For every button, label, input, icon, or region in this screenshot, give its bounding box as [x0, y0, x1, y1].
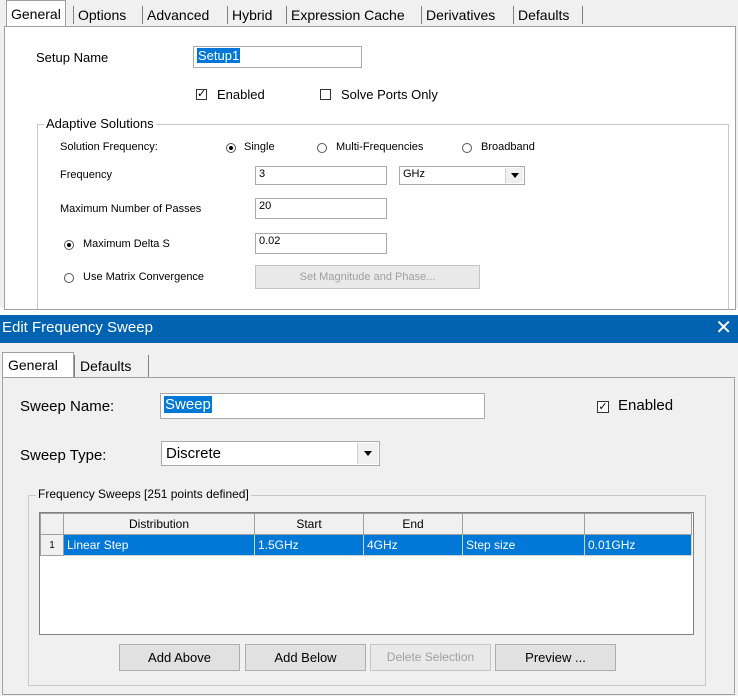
frequency-input[interactable]: 3	[255, 166, 387, 185]
max-delta-s-input[interactable]: 0.02	[255, 233, 387, 254]
close-icon[interactable]: ✕	[715, 316, 732, 340]
single-radio-label: Single	[244, 141, 275, 153]
sweep-dialog-body: General Defaults Sweep Name: Sweep ✓ Ena…	[0, 343, 738, 696]
max-delta-s-label: Maximum Delta S	[83, 238, 170, 250]
column-header-index[interactable]	[40, 513, 64, 535]
delete-selection-button[interactable]: Delete Selection	[370, 644, 491, 671]
frequency-unit-select[interactable]: GHz	[399, 166, 525, 185]
step-label-cell[interactable]: Step size	[462, 534, 585, 556]
enabled-checkbox[interactable]: ✓	[196, 89, 207, 100]
dialog-title: Edit Frequency Sweep	[2, 319, 153, 336]
use-matrix-convergence-label: Use Matrix Convergence	[83, 271, 205, 283]
frequency-sweeps-title: Frequency Sweeps [251 points defined]	[36, 487, 251, 501]
setup-tabstrip: General Options Advanced Hybrid Expressi…	[0, 0, 738, 28]
max-passes-input[interactable]: 20	[255, 198, 387, 219]
use-matrix-convergence-radio[interactable]	[64, 273, 74, 283]
chevron-down-icon	[357, 443, 378, 464]
set-magnitude-phase-button[interactable]: Set Magnitude and Phase...	[255, 265, 480, 289]
distribution-cell[interactable]: Linear Step	[63, 534, 255, 556]
sweep-enabled-label: Enabled	[618, 397, 674, 414]
tab-separator	[73, 6, 74, 24]
adaptive-solutions-title: Adaptive Solutions	[44, 116, 156, 131]
tab-separator	[286, 6, 287, 24]
end-cell[interactable]: 4GHz	[363, 534, 463, 556]
solve-ports-only-label: Solve Ports Only	[341, 87, 438, 102]
column-header-step-value[interactable]	[584, 513, 692, 535]
sweep-name-label: Sweep Name:	[20, 398, 115, 415]
sweep-name-value: Sweep	[164, 396, 212, 413]
column-header-step-label[interactable]	[462, 513, 585, 535]
tab-defaults[interactable]: Defaults	[74, 355, 149, 378]
setup-name-value: Setup1	[197, 48, 241, 63]
single-radio[interactable]	[226, 143, 236, 153]
setup-name-input[interactable]: Setup1	[193, 46, 362, 68]
step-value-cell[interactable]: 0.01GHz	[584, 534, 692, 556]
tab-advanced[interactable]: Advanced	[145, 4, 211, 26]
tab-separator	[142, 6, 143, 24]
tab-separator	[421, 6, 422, 24]
enabled-label: Enabled	[217, 87, 265, 102]
start-cell[interactable]: 1.5GHz	[254, 534, 364, 556]
frequency-unit-value: GHz	[403, 168, 425, 180]
frequency-label: Frequency	[60, 169, 112, 181]
tab-defaults-label: Defaults	[80, 358, 132, 374]
broadband-label: Broadband	[481, 141, 535, 153]
preview-button[interactable]: Preview ...	[495, 644, 616, 671]
column-header-start[interactable]: Start	[254, 513, 364, 535]
sweep-type-select[interactable]: Discrete	[161, 441, 380, 466]
multi-frequencies-label: Multi-Frequencies	[336, 141, 424, 153]
max-delta-s-radio[interactable]	[64, 240, 74, 250]
sweep-type-label: Sweep Type:	[20, 447, 107, 464]
tab-general-label: General	[8, 357, 58, 373]
sweep-type-value: Discrete	[166, 445, 222, 462]
column-header-distribution[interactable]: Distribution	[63, 513, 255, 535]
tab-options[interactable]: Options	[76, 4, 128, 26]
solve-ports-only-checkbox[interactable]	[320, 89, 331, 100]
sweep-table: Distribution Start End 1 Linear Step 1.5…	[39, 512, 694, 635]
row-index-cell: 1	[40, 534, 64, 556]
sweep-enabled-checkbox[interactable]: ✓	[597, 401, 609, 413]
tab-general[interactable]: General	[2, 352, 74, 379]
add-below-button[interactable]: Add Below	[245, 644, 366, 671]
tab-separator	[227, 6, 228, 24]
broadband-radio[interactable]	[462, 143, 472, 153]
sweep-name-input[interactable]: Sweep	[160, 393, 485, 419]
add-above-button[interactable]: Add Above	[119, 644, 240, 671]
solution-frequency-label: Solution Frequency:	[60, 141, 158, 153]
tab-expression-cache[interactable]: Expression Cache	[289, 4, 407, 26]
max-passes-label: Maximum Number of Passes	[60, 203, 202, 215]
tab-defaults[interactable]: Defaults	[516, 4, 571, 26]
column-header-end[interactable]: End	[363, 513, 463, 535]
analysis-setup-panel: General Options Advanced Hybrid Expressi…	[0, 0, 738, 310]
tab-separator	[582, 6, 583, 24]
tab-hybrid[interactable]: Hybrid	[230, 4, 274, 26]
table-row[interactable]: 1 Linear Step 1.5GHz 4GHz Step size 0.01…	[40, 534, 692, 556]
chevron-down-icon	[505, 168, 523, 183]
tab-general[interactable]: General	[6, 0, 66, 27]
sweep-dialog-titlebar: Edit Frequency Sweep ✕	[0, 315, 738, 343]
tab-separator	[513, 6, 514, 24]
sweep-table-grid: Distribution Start End 1 Linear Step 1.5…	[40, 513, 692, 556]
tab-derivatives[interactable]: Derivatives	[424, 4, 497, 26]
setup-name-label: Setup Name	[36, 50, 109, 65]
multi-frequencies-radio[interactable]	[317, 143, 327, 153]
